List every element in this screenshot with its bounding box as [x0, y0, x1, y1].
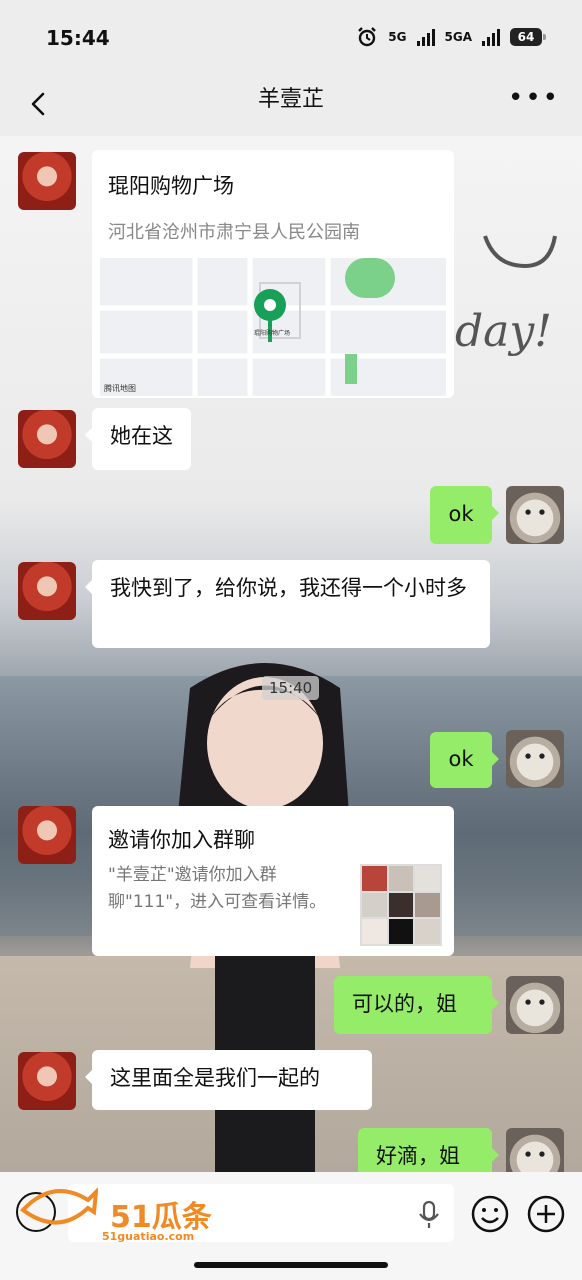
chat-title: 羊壹芷	[257, 87, 324, 112]
network-5g-label: 5G	[388, 30, 407, 44]
chat-header: 羊壹芷 •••	[0, 72, 582, 136]
signal-icon-2	[482, 28, 500, 46]
status-icons: 5G 5GA 64	[356, 26, 546, 48]
location-name: 琨阳购物广场	[108, 174, 234, 198]
battery-icon: 64	[510, 28, 546, 46]
avatar-contact[interactable]	[18, 806, 76, 864]
message-bubble-incoming[interactable]: 这里面全是我们一起的	[85, 1050, 372, 1110]
group-avatar-grid	[360, 864, 442, 946]
invite-description: "羊壹芷"邀请你加入群聊"111"，进入可查看详情。	[108, 865, 327, 912]
message-bubble-outgoing[interactable]: ok	[430, 486, 499, 544]
message-bubble-outgoing[interactable]: ok	[430, 732, 499, 788]
message-bubble-outgoing[interactable]: 可以的，姐	[334, 976, 499, 1034]
avatar-self[interactable]	[506, 1128, 564, 1172]
background-doodle: day!	[455, 235, 557, 357]
map-graphic	[100, 258, 446, 396]
avatar-self[interactable]	[506, 730, 564, 788]
map-credit: 腾讯地图	[104, 384, 136, 393]
avatar-contact[interactable]	[18, 410, 76, 468]
location-map: 琨阳购物广场 腾讯地图	[100, 258, 446, 396]
message-timestamp: 15:40	[262, 676, 320, 700]
message-bubble-outgoing[interactable]: 好滴，姐	[358, 1128, 499, 1172]
watermark-url: 51guatiao.com	[102, 1230, 195, 1243]
message-bubble-incoming[interactable]: 她在这	[85, 408, 191, 470]
avatar-contact[interactable]	[18, 152, 76, 210]
avatar-self[interactable]	[506, 486, 564, 544]
plus-icon[interactable]	[526, 1194, 566, 1234]
location-address: 河北省沧州市肃宁县人民公园南	[108, 222, 360, 243]
avatar-contact[interactable]	[18, 562, 76, 620]
map-center-label: 琨阳购物广场	[254, 330, 291, 337]
signal-icon	[416, 28, 435, 46]
svg-text:day!: day!	[455, 306, 552, 357]
invite-title: 邀请你加入群聊	[108, 828, 255, 852]
home-indicator	[194, 1262, 388, 1268]
network-5ga-label: 5GA	[444, 30, 473, 44]
location-message[interactable]: 琨阳购物广场 河北省沧州市肃宁县人民公园南 琨阳购物广场 腾讯地图	[92, 150, 454, 398]
message-bubble-incoming[interactable]: 我快到了，给你说，我还得一个小时多	[85, 560, 490, 648]
fish-logo-icon	[20, 1187, 98, 1225]
more-options-icon[interactable]: •••	[508, 85, 560, 111]
chat-area[interactable]: day! 琨阳购物广场 河北省沧州市肃宁县人民公园南 琨阳购物广场 腾讯地图 她…	[0, 136, 582, 1172]
emoji-icon[interactable]	[470, 1194, 510, 1234]
alarm-icon	[358, 27, 377, 47]
avatar-self[interactable]	[506, 976, 564, 1034]
microphone-icon[interactable]	[416, 1200, 442, 1230]
watermark-logo: 51瓜条 51guatiao.com	[18, 1178, 218, 1250]
group-invite-card[interactable]: 邀请你加入群聊 "羊壹芷"邀请你加入群聊"111"，进入可查看详情。	[92, 806, 454, 956]
status-bar: 15:44 5G 5GA 64	[0, 0, 582, 72]
avatar-contact[interactable]	[18, 1052, 76, 1110]
status-time: 15:44	[46, 26, 110, 50]
